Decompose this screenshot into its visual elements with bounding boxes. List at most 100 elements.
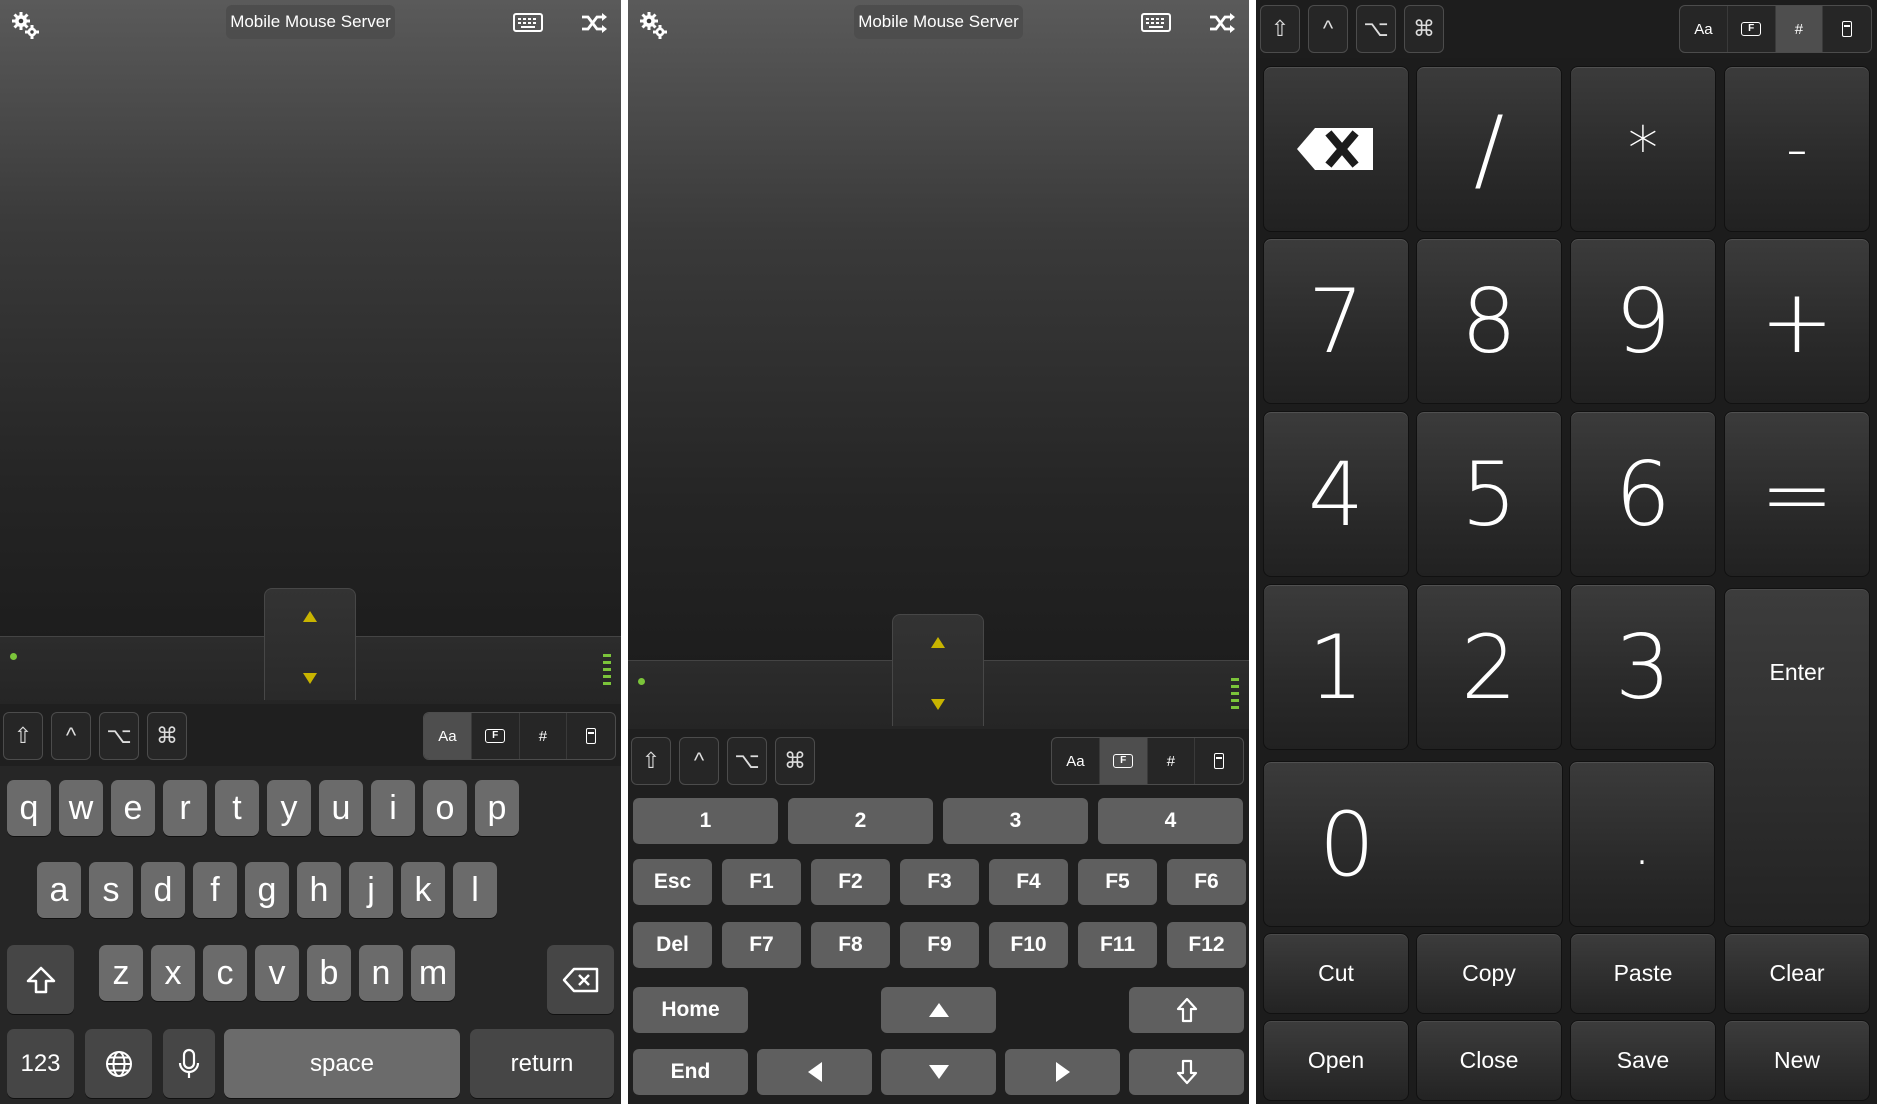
command-modifier[interactable]: ⌘ <box>775 737 815 785</box>
key-d[interactable]: d <box>141 862 185 918</box>
key-c[interactable]: c <box>203 945 247 1001</box>
resize-grip[interactable] <box>603 654 611 689</box>
shuffle-icon[interactable] <box>1206 10 1238 36</box>
fkey-f9[interactable]: F9 <box>900 922 979 968</box>
command-modifier[interactable]: ⌘ <box>1404 5 1444 53</box>
option-modifier[interactable]: ⌥ <box>727 737 767 785</box>
key-w[interactable]: w <box>59 780 103 836</box>
option-modifier[interactable]: ⌥ <box>99 712 139 760</box>
key-i[interactable]: i <box>371 780 415 836</box>
enter-key[interactable]: Enter <box>1724 588 1870 927</box>
numpad-key-0-row3[interactable]: 4 <box>1263 411 1409 577</box>
end-key[interactable]: End <box>633 1049 748 1095</box>
control-modifier[interactable]: ^ <box>1308 5 1348 53</box>
trackpad-area[interactable] <box>628 0 1249 664</box>
backspace-key[interactable] <box>547 945 614 1014</box>
mode-numeric[interactable]: # <box>1148 738 1196 784</box>
key-m[interactable]: m <box>411 945 455 1001</box>
key-f[interactable]: f <box>193 862 237 918</box>
mode-text[interactable]: Aa <box>1052 738 1100 784</box>
fkey-f3[interactable]: F3 <box>900 859 979 905</box>
fkey-f7[interactable]: F7 <box>722 922 801 968</box>
resize-grip[interactable] <box>1231 678 1239 713</box>
edit-paste-button[interactable]: Paste <box>1570 933 1716 1014</box>
shift-modifier[interactable]: ⇧ <box>3 712 43 760</box>
scroll-down-arrow[interactable] <box>931 699 945 710</box>
gear-icon[interactable] <box>636 8 670 42</box>
key-k[interactable]: k <box>401 862 445 918</box>
key-e[interactable]: e <box>111 780 155 836</box>
option-modifier[interactable]: ⌥ <box>1356 5 1396 53</box>
key-q[interactable]: q <box>7 780 51 836</box>
numpad-key-0-row2[interactable]: 7 <box>1263 238 1409 404</box>
numbers-key[interactable]: 123 <box>7 1029 74 1098</box>
key-y[interactable]: y <box>267 780 311 836</box>
key-h[interactable]: h <box>297 862 341 918</box>
zero-key[interactable]: 0 <box>1263 761 1563 927</box>
card-icon[interactable] <box>567 713 615 759</box>
numpad-op-0[interactable]: / <box>1416 66 1562 232</box>
down-arrow-key[interactable] <box>881 1049 996 1095</box>
command-modifier[interactable]: ⌘ <box>147 712 187 760</box>
mode-function[interactable]: F <box>1099 738 1148 784</box>
return-key[interactable]: return <box>470 1029 614 1098</box>
file-save-button[interactable]: Save <box>1570 1020 1716 1101</box>
home-key[interactable]: Home <box>633 987 748 1033</box>
key-s[interactable]: s <box>89 862 133 918</box>
trackpad-area[interactable] <box>0 0 621 640</box>
numpad-key-2-row2[interactable]: 9 <box>1570 238 1716 404</box>
fkey-f11[interactable]: F11 <box>1078 922 1157 968</box>
space-key[interactable]: space <box>224 1029 460 1098</box>
fkey-f1[interactable]: F1 <box>722 859 801 905</box>
key-l[interactable]: l <box>453 862 497 918</box>
globe-icon[interactable] <box>85 1029 152 1098</box>
keyboard-icon[interactable] <box>1140 10 1172 36</box>
card-icon[interactable] <box>1195 738 1243 784</box>
server-name-label[interactable]: Mobile Mouse Server <box>854 5 1023 39</box>
number-key-1[interactable]: 1 <box>633 798 778 844</box>
numpad-key-2-row4[interactable]: 3 <box>1570 584 1716 750</box>
numpad-op-2[interactable]: - <box>1724 66 1870 232</box>
key-r[interactable]: r <box>163 780 207 836</box>
key-p[interactable]: p <box>475 780 519 836</box>
key-t[interactable]: t <box>215 780 259 836</box>
key-u[interactable]: u <box>319 780 363 836</box>
keyboard-icon[interactable] <box>512 10 544 36</box>
mode-text[interactable]: Aa <box>424 713 472 759</box>
gear-icon[interactable] <box>8 8 42 42</box>
key-v[interactable]: v <box>255 945 299 1001</box>
decimal-key[interactable]: . <box>1569 761 1715 927</box>
numpad-op-1[interactable]: * <box>1570 66 1716 232</box>
fkey-f4[interactable]: F4 <box>989 859 1068 905</box>
server-name-label[interactable]: Mobile Mouse Server <box>226 5 395 39</box>
numpad-key-1-row3[interactable]: 5 <box>1416 411 1562 577</box>
file-new-button[interactable]: New <box>1724 1020 1870 1101</box>
fkey-f10[interactable]: F10 <box>989 922 1068 968</box>
fkey-del[interactable]: Del <box>633 922 712 968</box>
key-j[interactable]: j <box>349 862 393 918</box>
up-arrow-key[interactable] <box>881 987 996 1033</box>
fkey-f5[interactable]: F5 <box>1078 859 1157 905</box>
key-o[interactable]: o <box>423 780 467 836</box>
shuffle-icon[interactable] <box>578 10 610 36</box>
fkey-f6[interactable]: F6 <box>1167 859 1246 905</box>
edit-copy-button[interactable]: Copy <box>1416 933 1562 1014</box>
fkey-f8[interactable]: F8 <box>811 922 890 968</box>
card-icon[interactable] <box>1823 6 1871 52</box>
fkey-esc[interactable]: Esc <box>633 859 712 905</box>
microphone-icon[interactable] <box>163 1029 215 1098</box>
key-x[interactable]: x <box>151 945 195 1001</box>
number-key-3[interactable]: 3 <box>943 798 1088 844</box>
mode-function[interactable]: F <box>1728 6 1776 52</box>
left-arrow-key[interactable] <box>757 1049 872 1095</box>
mode-function[interactable]: F <box>472 713 520 759</box>
edit-cut-button[interactable]: Cut <box>1263 933 1409 1014</box>
scroll-up-arrow[interactable] <box>303 611 317 622</box>
mode-numeric[interactable]: # <box>520 713 568 759</box>
page-down-key[interactable] <box>1129 1049 1244 1095</box>
scroll-up-arrow[interactable] <box>931 637 945 648</box>
shift-modifier[interactable]: ⇧ <box>1260 5 1300 53</box>
fkey-f12[interactable]: F12 <box>1167 922 1246 968</box>
control-modifier[interactable]: ^ <box>679 737 719 785</box>
fkey-f2[interactable]: F2 <box>811 859 890 905</box>
